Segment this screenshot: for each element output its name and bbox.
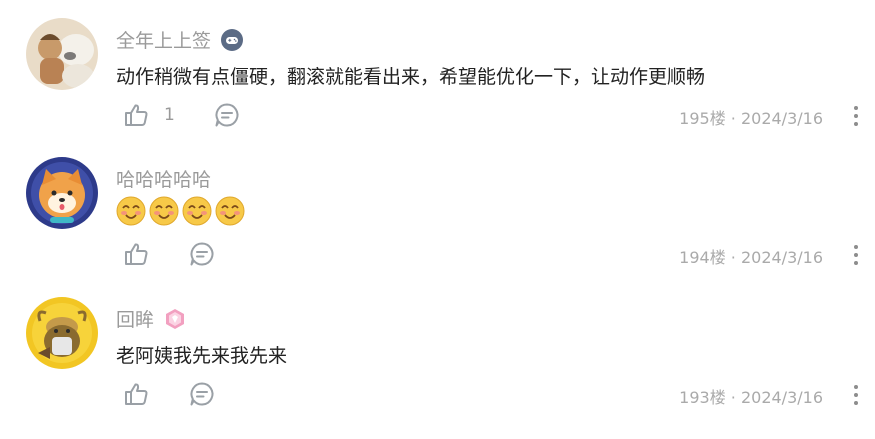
floor-and-date: 195楼 · 2024/3/16 bbox=[679, 109, 823, 128]
thumbs-up-icon bbox=[125, 383, 148, 405]
comment-actions: 1 bbox=[122, 101, 241, 129]
floor-and-date: 193楼 · 2024/3/16 bbox=[679, 388, 823, 407]
like-count: 1 bbox=[164, 105, 175, 125]
pink-level-badge-icon bbox=[164, 308, 186, 330]
more-options-icon[interactable] bbox=[853, 245, 859, 265]
avatar[interactable] bbox=[26, 157, 98, 229]
shy-smile-emoji bbox=[149, 196, 179, 226]
comment-item: 回眸 老阿姨我先来我先来 193楼 · 2024/3/16 bbox=[0, 280, 875, 439]
username-text[interactable]: 哈哈哈哈哈 bbox=[116, 165, 211, 192]
shy-smile-emoji bbox=[182, 196, 212, 226]
like-button[interactable] bbox=[122, 240, 150, 268]
emoji-row bbox=[116, 196, 245, 226]
reply-button[interactable] bbox=[188, 240, 216, 268]
shy-smile-emoji bbox=[215, 196, 245, 226]
thumbs-up-icon bbox=[125, 243, 148, 265]
more-options-icon[interactable] bbox=[853, 106, 859, 126]
comment-actions bbox=[122, 240, 216, 268]
comment-item: 哈哈哈哈哈 194楼 · 2024/3/16 bbox=[0, 140, 875, 280]
gamepad-badge-icon bbox=[221, 28, 244, 51]
thumbs-up-icon bbox=[125, 104, 148, 126]
like-button[interactable] bbox=[122, 380, 150, 408]
username[interactable]: 回眸 bbox=[116, 305, 186, 332]
username[interactable]: 全年上上签 bbox=[116, 26, 244, 53]
reply-button[interactable] bbox=[213, 101, 241, 129]
comment-bubble-icon bbox=[190, 242, 214, 266]
comment-text: 老阿姨我先来我先来 bbox=[116, 345, 288, 367]
comment-bubble-icon bbox=[190, 382, 214, 406]
comment-item: 全年上上签 动作稍微有点僵硬，翻滚就能看出来，希望能优化一下，让动作更顺畅 1 bbox=[0, 0, 875, 140]
comment-actions bbox=[122, 380, 216, 408]
like-button[interactable]: 1 bbox=[122, 101, 175, 129]
shy-smile-emoji bbox=[116, 196, 146, 226]
floor-and-date: 194楼 · 2024/3/16 bbox=[679, 248, 823, 267]
comment-text: 动作稍微有点僵硬，翻滚就能看出来，希望能优化一下，让动作更顺畅 bbox=[116, 66, 706, 88]
comment-bubble-icon bbox=[215, 103, 239, 127]
reply-button[interactable] bbox=[188, 380, 216, 408]
username-text[interactable]: 全年上上签 bbox=[116, 26, 211, 53]
avatar[interactable] bbox=[26, 18, 98, 90]
more-options-icon[interactable] bbox=[853, 385, 859, 405]
username[interactable]: 哈哈哈哈哈 bbox=[116, 165, 211, 192]
avatar[interactable] bbox=[26, 297, 98, 369]
username-text[interactable]: 回眸 bbox=[116, 305, 154, 332]
